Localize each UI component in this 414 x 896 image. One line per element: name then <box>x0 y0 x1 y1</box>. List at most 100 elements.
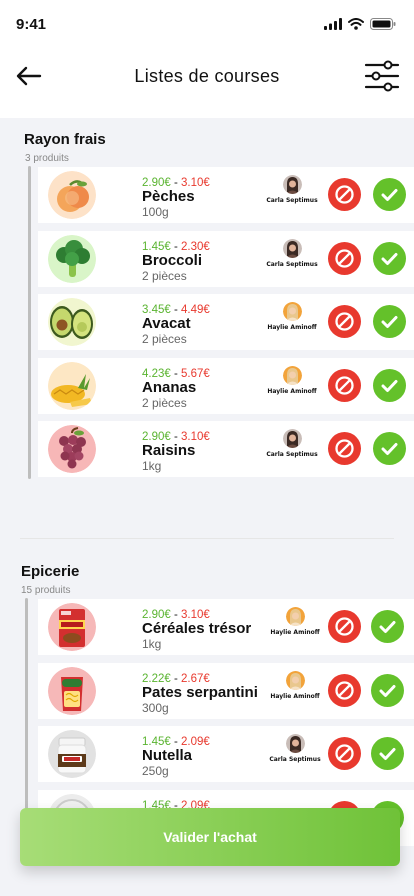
user-avatar <box>282 429 302 448</box>
product-name: Ananas <box>142 378 197 396</box>
product-image-icon <box>48 171 96 219</box>
assigned-user: Carla Septimus <box>260 429 324 458</box>
product-thumbnail <box>48 666 96 715</box>
product-name: Pèches <box>142 188 195 205</box>
product-card[interactable]: 2.90€ - 3.10€ Raisins 1kg Carla Septimus <box>38 421 414 477</box>
user-avatar <box>282 365 302 385</box>
product-card[interactable]: 2.90€ - 3.10€ Céréales trésor 1kg Haylie Am… <box>38 599 414 655</box>
check-icon <box>381 189 398 201</box>
section-title-rayon-frais: Rayon frais <box>24 131 106 148</box>
user-avatar <box>285 734 305 753</box>
remove-icon <box>335 680 354 700</box>
battery-icon <box>370 18 396 30</box>
product-card[interactable]: 4.23€ - 5.67€ Ananas 2 pièces Haylie Aminof… <box>38 357 414 414</box>
section-count-rayon-frais: 3 produits <box>25 153 69 164</box>
remove-icon <box>335 439 354 458</box>
check-icon <box>381 443 398 455</box>
product-thumbnail <box>48 234 96 283</box>
product-name: Broccoli <box>142 251 203 269</box>
user-name: Carla Septimus <box>266 451 318 458</box>
user-name: Carla Septimus <box>269 756 321 763</box>
product-thumbnail <box>48 730 96 778</box>
check-item-button[interactable] <box>373 368 406 402</box>
check-icon <box>381 316 398 328</box>
status-time: 9:41 <box>16 16 47 33</box>
check-item-button[interactable] <box>373 305 406 338</box>
product-card[interactable]: 2.22€ - 2.67€ Pates serpantini 300g Haylie … <box>38 662 414 719</box>
check-icon <box>379 621 396 633</box>
status-icons <box>324 18 396 30</box>
check-icon <box>381 379 398 392</box>
assigned-user: Haylie Aminoff <box>260 302 324 331</box>
section-line <box>25 598 28 828</box>
user-name: Haylie Aminoff <box>270 629 320 636</box>
assigned-user: Haylie Aminoff <box>263 607 327 636</box>
product-image-icon <box>48 298 96 346</box>
product-quantity: 2 pièces <box>142 332 187 346</box>
section-line <box>28 166 31 479</box>
user-avatar <box>285 670 305 690</box>
product-image-icon <box>48 234 96 283</box>
check-item-button[interactable] <box>371 737 404 770</box>
remove-item-button[interactable] <box>328 737 361 770</box>
section-count-epicerie: 15 produits <box>21 585 71 596</box>
remove-item-button[interactable] <box>328 241 361 275</box>
product-card[interactable]: 1.45€ - 2.09€ Nutella 250g Carla Septimus <box>38 726 414 782</box>
product-thumbnail <box>48 298 96 346</box>
remove-item-button[interactable] <box>328 368 361 402</box>
user-avatar <box>285 607 305 626</box>
product-image-icon <box>48 730 96 778</box>
validate-purchase-button[interactable]: Valider l'achat <box>20 808 400 866</box>
check-icon <box>379 748 396 760</box>
remove-icon <box>335 312 354 331</box>
check-item-button[interactable] <box>373 178 406 211</box>
product-quantity: 1kg <box>142 637 162 651</box>
product-quantity: 2 pièces <box>142 268 187 283</box>
check-icon <box>381 252 398 265</box>
remove-item-button[interactable] <box>328 305 361 338</box>
product-name: Pates serpantini <box>142 683 258 701</box>
remove-icon <box>335 744 354 763</box>
product-thumbnail <box>48 361 96 410</box>
remove-icon <box>335 617 354 636</box>
product-image-icon <box>48 666 96 715</box>
product-quantity: 2 pièces <box>142 395 187 410</box>
filter-sliders-icon[interactable] <box>364 58 400 94</box>
product-card[interactable]: 3.45€ - 4.49€ Avacat 2 pièces Haylie Aminof… <box>38 294 414 350</box>
user-name: Haylie Aminoff <box>270 692 320 700</box>
product-thumbnail <box>48 603 96 651</box>
check-item-button[interactable] <box>373 432 406 465</box>
assigned-user: Haylie Aminoff <box>263 670 327 700</box>
product-card[interactable]: 2.90€ - 3.10€ Pèches 100g Carla Septimus <box>38 167 414 223</box>
remove-item-button[interactable] <box>328 610 361 643</box>
product-quantity: 250g <box>142 764 169 778</box>
status-bar: 9:41 <box>0 0 414 48</box>
product-quantity: 100g <box>142 205 169 219</box>
remove-icon <box>335 248 354 268</box>
section-divider <box>20 538 394 539</box>
user-name: Haylie Aminoff <box>267 387 317 395</box>
check-icon <box>379 684 396 697</box>
product-image-icon <box>48 603 96 651</box>
remove-item-button[interactable] <box>328 178 361 211</box>
assigned-user: Carla Septimus <box>263 734 327 763</box>
product-name: Avacat <box>142 315 191 332</box>
product-image-icon <box>48 425 96 473</box>
remove-icon <box>335 375 354 395</box>
product-name: Céréales trésor <box>142 620 252 637</box>
product-card[interactable]: 1.45€ - 2.30€ Broccoli 2 pièces Carla Septi… <box>38 230 414 287</box>
assigned-user: Haylie Aminoff <box>260 365 324 395</box>
user-avatar <box>282 302 302 321</box>
signal-icon <box>324 18 342 30</box>
check-item-button[interactable] <box>371 673 404 707</box>
remove-item-button[interactable] <box>328 432 361 465</box>
product-quantity: 300g <box>142 700 169 715</box>
check-item-button[interactable] <box>371 610 404 643</box>
user-name: Carla Septimus <box>266 197 318 204</box>
page-title: Listes de courses <box>134 66 280 86</box>
check-item-button[interactable] <box>373 241 406 275</box>
product-image-icon <box>48 361 96 410</box>
user-name: Haylie Aminoff <box>267 324 317 331</box>
remove-item-button[interactable] <box>328 673 361 707</box>
product-thumbnail <box>48 171 96 219</box>
